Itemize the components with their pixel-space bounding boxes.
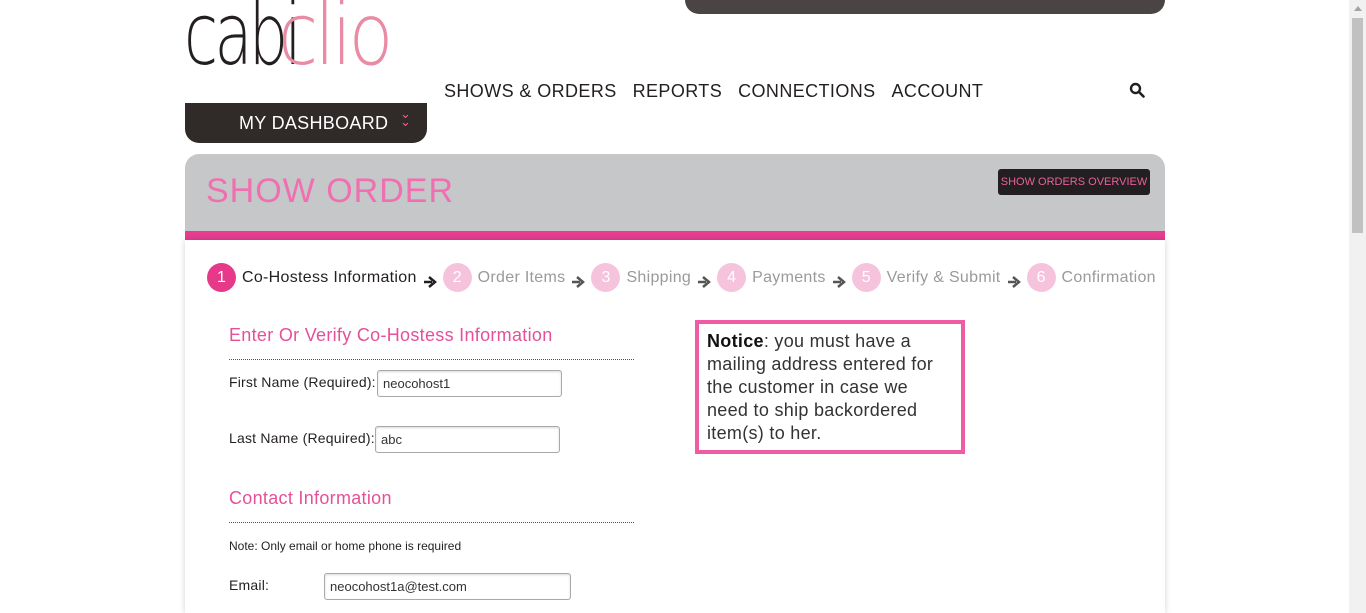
step-label: Co-Hostess Information [242, 268, 417, 286]
header-divider [185, 231, 1165, 240]
step-number: 4 [717, 263, 747, 292]
arrow-right-icon [572, 275, 586, 288]
logo-clio-text: clio [278, 0, 393, 85]
notice-heading: Notice [707, 331, 764, 351]
nav-reports[interactable]: REPORTS [633, 81, 723, 102]
double-chevron-down-icon: ⌄ ⌄ [400, 107, 411, 130]
first-name-label: First Name (Required): [229, 374, 376, 390]
scrollbar-thumb[interactable] [1352, 18, 1363, 233]
step-co-hostess[interactable]: 1 Co-Hostess Information [207, 263, 417, 292]
step-payments[interactable]: 4 Payments [717, 263, 826, 292]
vertical-scrollbar[interactable] [1349, 0, 1366, 613]
step-number: 2 [442, 263, 472, 292]
email-label: Email: [229, 577, 270, 593]
my-dashboard-label: MY DASHBOARD [239, 113, 389, 133]
step-label: Verify & Submit [886, 268, 1001, 286]
step-number: 1 [207, 263, 236, 292]
step-label: Order Items [477, 268, 566, 286]
main-content: 1 Co-Hostess Information 2 Order Items 3… [185, 240, 1165, 613]
scroll-up-icon[interactable] [1354, 6, 1362, 11]
arrow-right-icon [1007, 275, 1021, 288]
order-steps: 1 Co-Hostess Information 2 Order Items 3… [207, 263, 1156, 292]
step-order-items[interactable]: 2 Order Items [442, 263, 566, 292]
step-verify-submit[interactable]: 5 Verify & Submit [851, 263, 1001, 292]
my-dashboard-menu[interactable]: MY DASHBOARD ⌄ ⌄ [185, 103, 427, 143]
page-header: SHOW ORDER SHOW ORDERS OVERVIEW [185, 154, 1165, 231]
nav-connections[interactable]: CONNECTIONS [738, 81, 875, 102]
step-number: 5 [851, 263, 881, 292]
step-label: Confirmation [1061, 268, 1156, 286]
nav-account[interactable]: ACCOUNT [892, 81, 984, 102]
email-field[interactable]: neocohost1a@test.com [324, 573, 571, 600]
section-divider [229, 359, 634, 360]
last-name-field[interactable]: abc [375, 426, 560, 453]
step-label: Shipping [626, 268, 692, 286]
arrow-right-icon [832, 275, 846, 288]
search-icon[interactable] [1129, 82, 1145, 98]
step-label: Payments [752, 268, 826, 286]
top-utility-bar [685, 0, 1165, 14]
nav-shows-orders[interactable]: SHOWS & ORDERS [444, 81, 617, 102]
arrow-right-icon [423, 275, 437, 288]
section-title-contact: Contact Information [229, 488, 392, 508]
first-name-field[interactable]: neocohost1 [377, 370, 562, 397]
last-name-label: Last Name (Required): [229, 430, 375, 446]
step-shipping[interactable]: 3 Shipping [591, 263, 691, 292]
notice-box: Notice: you must have a mailing address … [695, 320, 965, 454]
arrow-right-icon [698, 275, 712, 288]
step-number: 6 [1026, 263, 1056, 292]
show-orders-overview-button[interactable]: SHOW ORDERS OVERVIEW [998, 169, 1150, 195]
section-title-co-hostess: Enter Or Verify Co-Hostess Information [229, 325, 553, 345]
page-title: SHOW ORDER [206, 172, 454, 210]
section-divider [229, 522, 634, 523]
step-confirmation[interactable]: 6 Confirmation [1026, 263, 1156, 292]
step-number: 3 [591, 263, 621, 292]
cabiclio-logo[interactable]: cabi clio [184, 0, 432, 104]
main-nav: SHOWS & ORDERS REPORTS CONNECTIONS ACCOU… [444, 81, 999, 102]
contact-note: Note: Only email or home phone is requir… [229, 539, 462, 553]
